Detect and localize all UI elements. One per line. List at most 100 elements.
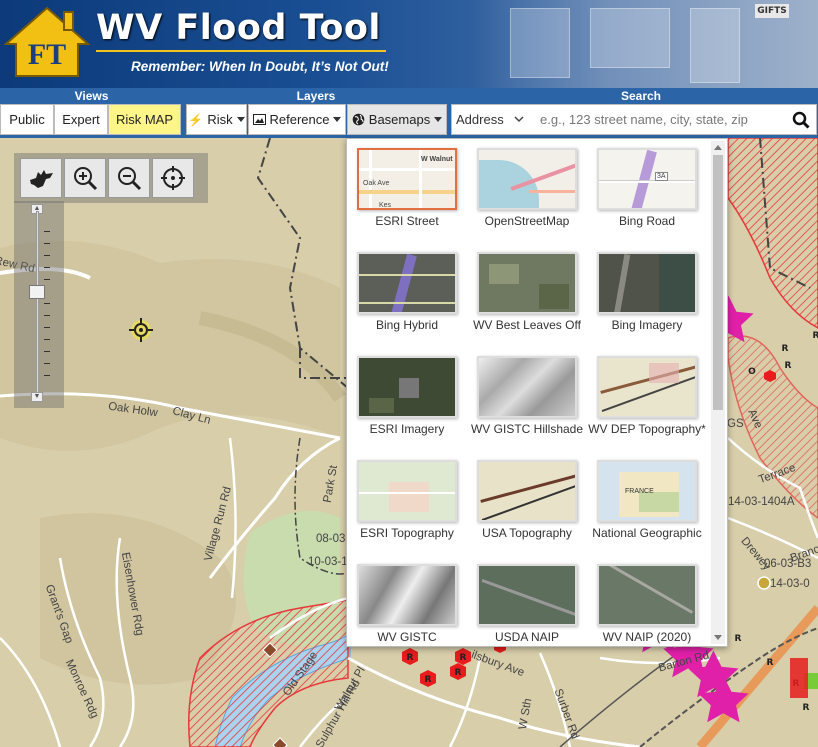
- view-riskmap-button[interactable]: Risk MAP: [108, 104, 181, 135]
- basemap-option[interactable]: WV Best Leaves Off: [467, 252, 587, 333]
- zoom-out-button[interactable]: [108, 158, 150, 198]
- road-label: GS: [727, 418, 744, 430]
- scroll-up-icon[interactable]: [714, 145, 722, 150]
- basemap-label: ESRI Topography: [360, 526, 454, 540]
- basemap-option[interactable]: Bing Hybrid: [347, 252, 467, 333]
- basemaps-dropdown: W Walnut Oak Ave Kes ESRI Street OpenStreetM…: [346, 138, 728, 647]
- toolbar: Views Layers Search Public Expert Risk M…: [0, 88, 818, 138]
- view-public-button[interactable]: Public: [0, 104, 54, 135]
- basemap-option[interactable]: WV DEP Topography*: [587, 356, 707, 437]
- zoom-out-icon: [118, 167, 142, 191]
- dropdown-scrollbar[interactable]: [711, 141, 725, 644]
- scroll-down-icon[interactable]: [714, 635, 722, 640]
- basemap-option[interactable]: W Walnut Oak Ave Kes ESRI Street: [347, 148, 467, 229]
- wv-state-icon: [30, 170, 53, 188]
- basemap-label: National Geographic: [592, 526, 702, 540]
- search-input[interactable]: [536, 105, 786, 134]
- basemap-option[interactable]: ESRI Topography: [347, 460, 467, 541]
- scroll-thumb[interactable]: [713, 155, 723, 410]
- basemap-thumbnail[interactable]: [477, 356, 577, 418]
- basemap-thumbnail[interactable]: [477, 252, 577, 314]
- basemap-label: ESRI Imagery: [369, 422, 445, 436]
- full-extent-button[interactable]: [20, 158, 62, 198]
- basemap-label: Bing Road: [618, 214, 676, 228]
- search-button[interactable]: [786, 105, 816, 134]
- layers-group-label: Layers: [296, 89, 336, 103]
- basemap-option[interactable]: Bing Imagery: [587, 252, 707, 333]
- slider-track[interactable]: [36, 211, 39, 396]
- basemap-thumbnail[interactable]: [477, 564, 577, 626]
- basemap-label: ESRI Street: [375, 214, 439, 228]
- basemap-thumbnail[interactable]: [597, 252, 697, 314]
- basemap-thumbnail[interactable]: 3A: [597, 148, 697, 210]
- panel-label: 10-03-1: [308, 556, 348, 568]
- basemap-thumbnail[interactable]: [597, 356, 697, 418]
- location-target-icon[interactable]: [129, 318, 153, 342]
- basemap-option[interactable]: USDA NAIP: [467, 564, 587, 645]
- basemap-thumbnail[interactable]: W Walnut Oak Ave Kes: [357, 148, 457, 210]
- zoom-in-icon: [74, 167, 98, 191]
- caret-down-icon: [236, 117, 245, 122]
- basemap-label: WV GISTC: [377, 630, 437, 644]
- basemaps-label: Basemaps: [368, 112, 431, 127]
- basemap-thumbnail[interactable]: [357, 356, 457, 418]
- search-type-select[interactable]: Address: [452, 105, 536, 134]
- basemap-option[interactable]: FRANCE National Geographic: [587, 460, 707, 541]
- basemaps-dropdown-button[interactable]: Basemaps: [347, 104, 447, 135]
- reference-label: Reference: [269, 112, 330, 127]
- basemap-label: USA Topography: [482, 526, 572, 540]
- basemap-thumbnail[interactable]: [357, 564, 457, 626]
- basemap-thumbnail[interactable]: [597, 564, 697, 626]
- basemap-option[interactable]: WV GISTC: [347, 564, 467, 645]
- zoom-in-button[interactable]: [64, 158, 106, 198]
- reference-dropdown-button[interactable]: Reference: [248, 104, 346, 135]
- basemap-thumbnail[interactable]: FRANCE: [597, 460, 697, 522]
- header-banner: GIFTS FT WV Flood Tool Remember: When In…: [0, 0, 818, 88]
- panel-label: 14-03-1404A: [728, 496, 795, 508]
- basemap-option[interactable]: WV NAIP (2020): [587, 564, 707, 645]
- globe-icon: [352, 113, 365, 126]
- slider-thumb[interactable]: [29, 285, 45, 299]
- panel-label: 14-03-0: [770, 578, 810, 590]
- app-logo[interactable]: FT: [4, 6, 90, 78]
- panel-label: 06-03-B3: [764, 558, 812, 570]
- basemap-label: WV DEP Topography*: [588, 422, 706, 436]
- locate-button[interactable]: [152, 158, 194, 198]
- basemap-option[interactable]: 3A Bing Road: [587, 148, 707, 229]
- caret-down-icon: [333, 117, 342, 122]
- basemap-thumbnail[interactable]: [477, 460, 577, 522]
- basemap-label: OpenStreetMap: [484, 214, 570, 228]
- search-box: Address: [451, 104, 817, 135]
- title-underline: [96, 50, 386, 52]
- view-expert-button[interactable]: Expert: [54, 104, 108, 135]
- basemap-label: WV NAIP (2020): [602, 630, 692, 644]
- basemap-thumbnail[interactable]: [357, 460, 457, 522]
- risk-dropdown-button[interactable]: ⚡ Risk: [186, 104, 247, 135]
- basemap-option[interactable]: WV GISTC Hillshade: [467, 356, 587, 437]
- slider-down-icon[interactable]: ▼: [31, 392, 43, 402]
- search-type-value: Address: [456, 112, 504, 127]
- basemap-label: WV GISTC Hillshade: [470, 422, 584, 436]
- crosshair-icon: [161, 166, 185, 190]
- basemap-thumbnail[interactable]: [357, 252, 457, 314]
- header-photo-sign: GIFTS: [755, 4, 789, 18]
- image-icon: [252, 114, 266, 125]
- lightning-icon: ⚡: [188, 112, 204, 127]
- risk-label: Risk: [207, 112, 233, 127]
- views-group-label: Views: [74, 89, 109, 103]
- caret-down-icon: [434, 117, 443, 122]
- app-title: WV Flood Tool: [96, 8, 381, 48]
- search-group-label: Search: [620, 89, 662, 103]
- tagline: Remember: When In Doubt, It’s Not Out!: [131, 59, 389, 74]
- basemap-option[interactable]: OpenStreetMap: [467, 148, 587, 229]
- basemap-option[interactable]: ESRI Imagery: [347, 356, 467, 437]
- basemap-label: USDA NAIP: [494, 630, 560, 644]
- basemap-label: Bing Imagery: [611, 318, 683, 332]
- zoom-slider[interactable]: ▲ ▼: [14, 201, 64, 408]
- basemap-thumbnail[interactable]: [477, 148, 577, 210]
- search-icon: [792, 111, 810, 129]
- basemap-label: Bing Hybrid: [375, 318, 439, 332]
- chevron-down-icon: [514, 116, 524, 123]
- basemap-label: WV Best Leaves Off: [473, 318, 581, 332]
- basemap-option[interactable]: USA Topography: [467, 460, 587, 541]
